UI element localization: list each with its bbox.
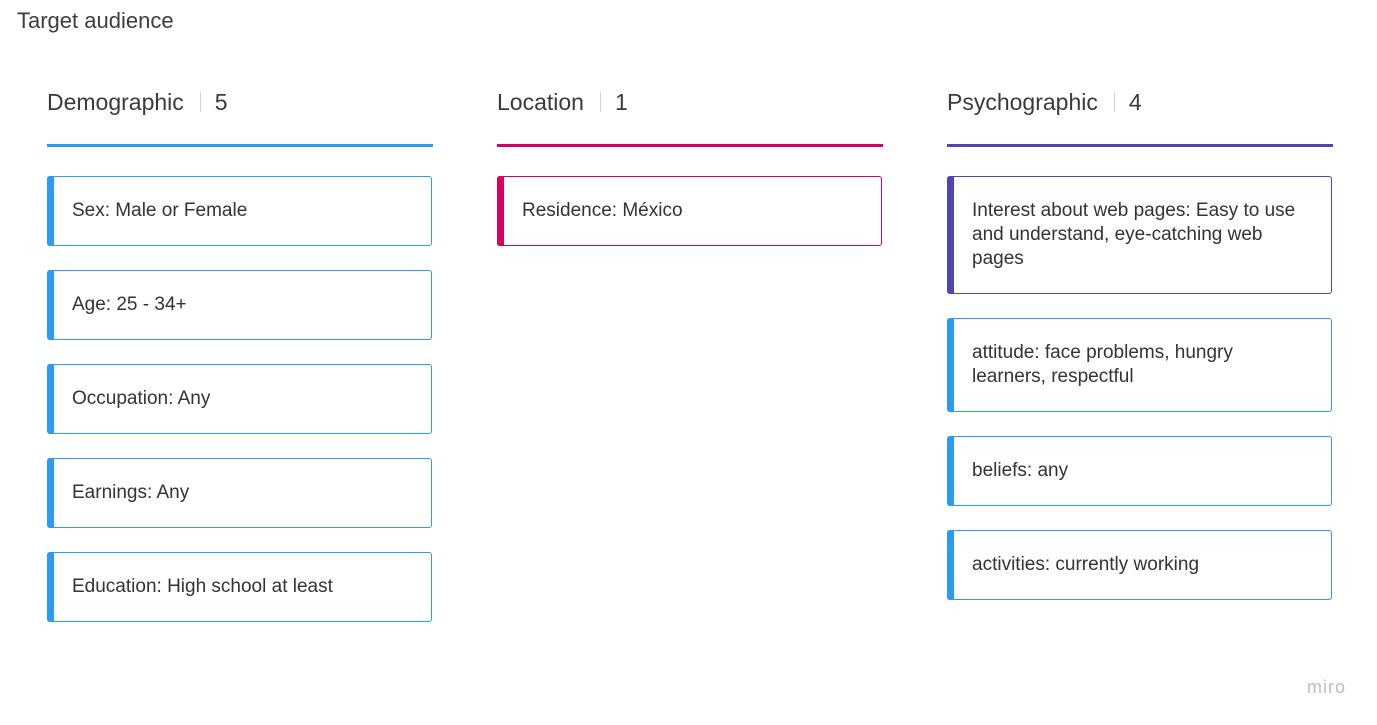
column-title: Psychographic — [947, 88, 1098, 115]
column-header: Location 1 — [497, 84, 883, 120]
column-header: Psychographic 4 — [947, 84, 1333, 120]
card-list: Sex: Male or Female Age: 25 - 34+ Occupa… — [47, 176, 433, 622]
card-attitude[interactable]: attitude: face problems, hungry learners… — [947, 318, 1332, 412]
header-divider — [199, 92, 201, 112]
column-count: 4 — [1128, 88, 1142, 115]
header-divider — [1113, 92, 1115, 112]
card-text: beliefs: any — [972, 460, 1069, 481]
card-earnings[interactable]: Earnings: Any — [47, 458, 432, 528]
card-text: activities: currently working — [972, 554, 1200, 575]
card-education[interactable]: Education: High school at least — [47, 552, 432, 622]
card-text: Sex: Male or Female — [72, 200, 248, 221]
column-psychographic[interactable]: Psychographic 4 Interest about web pages… — [947, 84, 1333, 624]
card-text: Occupation: Any — [72, 388, 211, 409]
column-underline — [947, 144, 1333, 147]
column-location[interactable]: Location 1 Residence: México — [497, 84, 883, 270]
column-title: Demographic — [47, 88, 184, 115]
card-interest[interactable]: Interest about web pages: Easy to use an… — [947, 176, 1332, 294]
miro-logo: miro — [1307, 677, 1346, 697]
card-occupation[interactable]: Occupation: Any — [47, 364, 432, 434]
card-text: Residence: México — [522, 200, 683, 221]
card-text: Interest about web pages: Easy to use an… — [972, 200, 1296, 269]
column-count: 5 — [214, 88, 228, 115]
card-sex[interactable]: Sex: Male or Female — [47, 176, 432, 246]
card-activities[interactable]: activities: currently working — [947, 530, 1332, 600]
card-text: Earnings: Any — [72, 482, 190, 503]
card-text: Education: High school at least — [72, 576, 333, 597]
card-list: Residence: México — [497, 176, 883, 246]
column-underline — [497, 144, 883, 147]
column-underline — [47, 144, 433, 147]
header-divider — [599, 92, 601, 112]
miro-board: Target audience Demographic 5 Sex: Male … — [0, 0, 1377, 725]
frame-title[interactable]: Target audience — [17, 8, 174, 34]
card-age[interactable]: Age: 25 - 34+ — [47, 270, 432, 340]
card-text: Age: 25 - 34+ — [72, 294, 187, 315]
card-residence[interactable]: Residence: México — [497, 176, 882, 246]
card-list: Interest about web pages: Easy to use an… — [947, 176, 1333, 600]
column-count: 1 — [614, 88, 628, 115]
column-header: Demographic 5 — [47, 84, 433, 120]
column-title: Location — [497, 88, 584, 115]
card-text: attitude: face problems, hungry learners… — [972, 342, 1233, 387]
card-beliefs[interactable]: beliefs: any — [947, 436, 1332, 506]
column-demographic[interactable]: Demographic 5 Sex: Male or Female Age: 2… — [47, 84, 433, 646]
